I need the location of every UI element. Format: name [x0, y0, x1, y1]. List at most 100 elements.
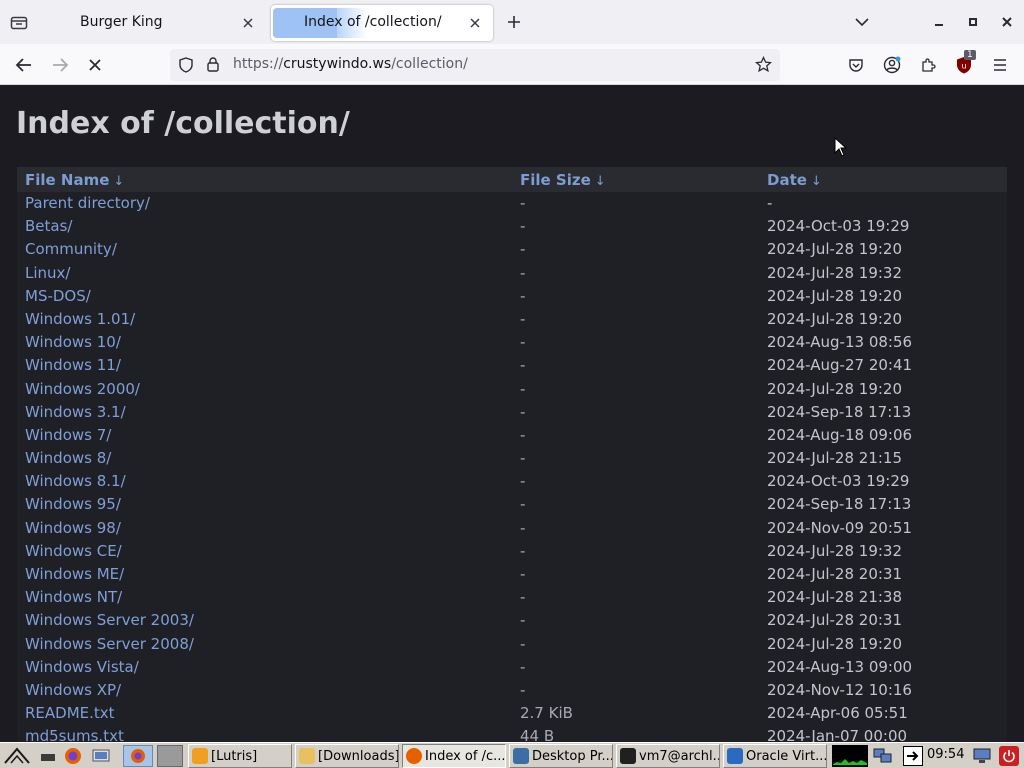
- file-date: 2024-Jul-28 19:20: [767, 286, 903, 305]
- network-icon[interactable]: [873, 746, 893, 766]
- display-icon[interactable]: [972, 746, 992, 766]
- stop-loading-button[interactable]: [82, 52, 108, 78]
- start-menu-icon[interactable]: [2, 746, 32, 766]
- taskbar-item-virtualbox[interactable]: Oracle Virt...: [723, 744, 827, 768]
- file-name-link[interactable]: Windows 8.1/: [25, 472, 126, 490]
- tab-list-icon[interactable]: [6, 10, 32, 34]
- close-icon[interactable]: [465, 13, 485, 33]
- firefox-icon: [406, 748, 422, 764]
- table-row: Windows 3.1/ - 2024-Sep-18 17:13: [17, 401, 1007, 424]
- close-icon[interactable]: [238, 13, 258, 33]
- url-text[interactable]: https://crustywindo.ws/collection/: [233, 56, 468, 72]
- file-name-link[interactable]: Parent directory/: [25, 194, 150, 212]
- table-header: File Name ↓ File Size ↓ Date ↓: [17, 167, 1007, 192]
- new-tab-button[interactable]: [502, 10, 526, 34]
- close-window-button[interactable]: [996, 11, 1018, 33]
- forward-button[interactable]: [47, 52, 73, 78]
- table-row: Windows 8.1/ - 2024-Oct-03 19:29: [17, 470, 1007, 493]
- file-name-link[interactable]: README.txt: [25, 704, 115, 722]
- file-name-link[interactable]: MS-DOS/: [25, 287, 91, 305]
- file-date: 2024-Sep-18 17:13: [767, 495, 912, 514]
- file-name-link[interactable]: Windows 1.01/: [25, 310, 135, 328]
- minimize-button[interactable]: [928, 11, 950, 33]
- file-name-link[interactable]: Windows 11/: [25, 356, 121, 374]
- taskbar-item-desktop-preferences[interactable]: Desktop Pr...: [509, 744, 613, 768]
- file-size: 2.7 KiB: [520, 704, 573, 723]
- file-date: 2024-Sep-18 17:13: [767, 402, 912, 421]
- file-name-link[interactable]: Windows 10/: [25, 333, 121, 351]
- sort-by-date-link[interactable]: Date ↓: [767, 171, 822, 189]
- tab-bar: Burger King Index of /collection/: [0, 0, 1024, 44]
- file-name-link[interactable]: Windows Vista/: [25, 658, 139, 676]
- file-name-link[interactable]: Windows XP/: [25, 681, 121, 699]
- hamburger-menu-icon[interactable]: [987, 52, 1013, 78]
- show-desktop-icon[interactable]: [38, 746, 58, 766]
- file-date: 2024-Jul-28 21:15: [767, 449, 903, 468]
- navigation-toolbar: https://crustywindo.ws/collection/ u 1: [0, 44, 1024, 85]
- star-icon[interactable]: [754, 55, 773, 77]
- taskbar-item-firefox[interactable]: Index of /c...: [402, 744, 506, 768]
- table-row: Linux/ - 2024-Jul-28 19:32: [17, 262, 1007, 285]
- tab-burger-king[interactable]: Burger King: [44, 5, 266, 41]
- table-row: Windows Server 2008/ - 2024-Jul-28 19:20: [17, 633, 1007, 656]
- file-name-link[interactable]: Windows 95/: [25, 495, 121, 513]
- file-size: -: [520, 356, 526, 375]
- file-name-link[interactable]: Community/: [25, 240, 117, 258]
- file-name-link[interactable]: Windows 3.1/: [25, 403, 126, 421]
- table-row: md5sums.txt 44 B 2024-Jan-07 00:00: [17, 725, 1007, 742]
- file-date: 2024-Jul-28 19:20: [767, 240, 903, 259]
- logout-icon[interactable]: [903, 746, 923, 766]
- lock-icon[interactable]: [206, 56, 220, 77]
- table-row: Betas/ - 2024-Oct-03 19:29: [17, 215, 1007, 238]
- firefox-launcher-icon[interactable]: [63, 746, 83, 766]
- table-row: Windows 7/ - 2024-Aug-18 09:06: [17, 424, 1007, 447]
- file-name-link[interactable]: Windows NT/: [25, 588, 122, 606]
- file-manager-launcher-icon[interactable]: [91, 746, 111, 766]
- file-name-link[interactable]: Linux/: [25, 264, 70, 282]
- file-name-link[interactable]: Windows 8/: [25, 449, 111, 467]
- file-date: 2024-Nov-09 20:51: [767, 518, 912, 537]
- file-size: -: [520, 425, 526, 444]
- extension-badge: 1: [964, 50, 976, 60]
- sort-by-size-link[interactable]: File Size ↓: [520, 171, 606, 189]
- chevron-down-icon[interactable]: [850, 11, 874, 33]
- table-row: Windows Server 2003/ - 2024-Jul-28 20:31: [17, 609, 1007, 632]
- folder-icon: [299, 748, 315, 764]
- file-size: -: [520, 402, 526, 421]
- power-icon[interactable]: [999, 746, 1019, 766]
- firefox-launcher-active-icon[interactable]: [123, 745, 153, 767]
- taskbar-item-downloads[interactable]: [Downloads]: [295, 744, 399, 768]
- file-name-link[interactable]: Windows 7/: [25, 426, 111, 444]
- ublock-icon[interactable]: u 1: [951, 50, 977, 78]
- page-content: Index of /collection/ File Name ↓ File Si…: [0, 86, 1024, 742]
- file-size: -: [520, 588, 526, 607]
- file-name-link[interactable]: Windows 98/: [25, 519, 121, 537]
- address-bar[interactable]: https://crustywindo.ws/collection/: [170, 49, 780, 81]
- file-name-link[interactable]: Windows ME/: [25, 565, 124, 583]
- file-name-link[interactable]: Windows Server 2008/: [25, 635, 194, 653]
- file-size: -: [520, 541, 526, 560]
- file-name-link[interactable]: Windows 2000/: [25, 380, 140, 398]
- file-name-link[interactable]: Windows CE/: [25, 542, 122, 560]
- file-name-link[interactable]: md5sums.txt: [25, 727, 124, 742]
- account-icon[interactable]: [879, 52, 905, 78]
- extensions-icon[interactable]: [915, 52, 941, 78]
- file-name-link[interactable]: Windows Server 2003/: [25, 611, 194, 629]
- file-size: -: [520, 680, 526, 699]
- maximize-button[interactable]: [962, 11, 984, 33]
- taskbar-item-lutris[interactable]: [Lutris]: [188, 744, 292, 768]
- back-button[interactable]: [11, 52, 37, 78]
- pocket-icon[interactable]: [843, 52, 869, 78]
- tab-index-collection[interactable]: Index of /collection/: [271, 5, 493, 41]
- workspace-switcher[interactable]: [157, 745, 183, 767]
- table-row: Windows CE/ - 2024-Jul-28 19:32: [17, 540, 1007, 563]
- shield-icon[interactable]: [178, 57, 194, 77]
- cpu-monitor-icon: [832, 745, 868, 767]
- sort-by-name-link[interactable]: File Name ↓: [25, 171, 124, 189]
- file-date: 2024-Aug-18 09:06: [767, 425, 913, 444]
- file-date: 2024-Aug-27 20:41: [767, 356, 913, 375]
- file-name-link[interactable]: Betas/: [25, 217, 72, 235]
- file-date: 2024-Nov-12 10:16: [767, 680, 912, 699]
- taskbar-item-terminal[interactable]: vm7@archl...: [616, 744, 720, 768]
- file-size: -: [520, 309, 526, 328]
